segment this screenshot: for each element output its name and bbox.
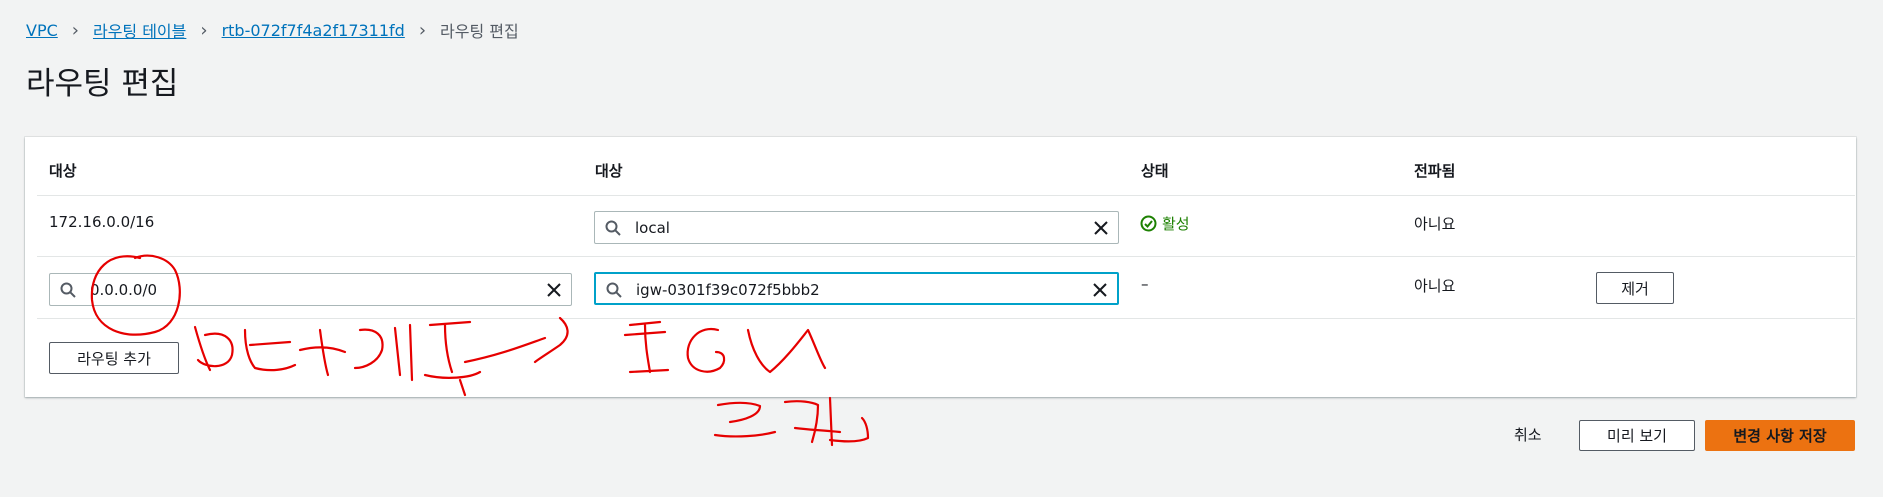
propagated-cell: 아니요 [1414,277,1456,295]
header-divider [37,195,1855,196]
close-icon[interactable] [545,281,563,299]
target-input-value: local [635,219,670,237]
column-header-target: 대상 [595,162,623,180]
propagated-cell: 아니요 [1414,215,1456,233]
column-header-status: 상태 [1141,162,1169,180]
add-route-button[interactable]: 라우팅 추가 [49,342,179,374]
page-title: 라우팅 편집 [26,66,179,102]
status-label: 활성 [1162,215,1190,233]
close-icon[interactable] [1092,219,1110,237]
search-icon [60,282,76,298]
row-divider [37,318,1855,319]
destination-input-value: 0.0.0.0/0 [90,281,158,299]
column-header-destination: 대상 [49,162,77,180]
breadcrumb-vpc[interactable]: VPC [26,21,58,40]
breadcrumb-current: 라우팅 편집 [440,22,519,41]
chevron-right-icon: › [200,19,208,41]
chevron-right-icon: › [418,19,427,41]
target-input-value: igw-0301f39c072f5bbb2 [636,281,820,299]
row-divider [37,256,1855,257]
destination-input[interactable]: 0.0.0.0/0 [49,273,572,306]
save-changes-button[interactable]: 변경 사항 저장 [1705,420,1855,451]
preview-button[interactable]: 미리 보기 [1579,420,1695,451]
cancel-button[interactable]: 취소 [1514,424,1542,445]
destination-cell: 172.16.0.0/16 [49,213,155,231]
status-badge: 활성 [1140,213,1190,234]
target-input[interactable]: local [594,211,1119,244]
check-circle-icon [1140,215,1157,232]
search-icon [605,220,621,236]
chevron-right-icon: › [71,19,79,41]
status-cell: – [1141,275,1149,293]
breadcrumb-route-tables[interactable]: 라우팅 테이블 [93,18,186,42]
search-icon [606,282,622,298]
close-icon[interactable] [1091,281,1109,299]
breadcrumb-route-table-id[interactable]: rtb-072f7f4a2f17311fd [222,21,405,40]
target-input[interactable]: igw-0301f39c072f5bbb2 [594,272,1119,305]
routes-panel [25,137,1856,397]
column-header-propagated: 전파됨 [1414,162,1456,180]
remove-button[interactable]: 제거 [1596,272,1674,304]
breadcrumb: VPC › 라우팅 테이블 › rtb-072f7f4a2f17311fd › … [26,18,519,42]
